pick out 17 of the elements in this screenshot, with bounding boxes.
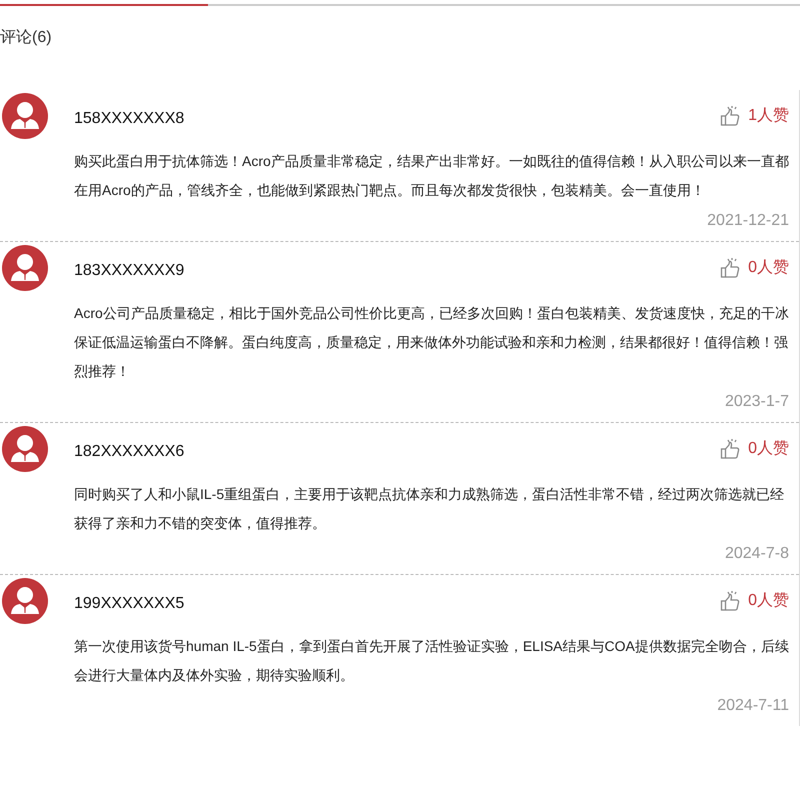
like-count[interactable]: 0人赞	[748, 256, 789, 280]
like-count[interactable]: 0人赞	[748, 589, 789, 613]
comment-text: 第一次使用该货号human IL-5蛋白，拿到蛋白首先开展了活性验证实验，ELISA结果与COA提供数据完全吻合，后续会进行大量体内及体外实验，期待实验顺利。	[74, 637, 790, 685]
comment-text: Acro公司产品质量稳定，相比于国外竞品公司性价比更高，已经多次回购！蛋白包装精美、发货速度快，充足的干冰保证低温运输蛋白不降解。蛋白纯度高，质量稳定，用来做体外功能试验和亲和力检测，结果都很好！值得信赖！强烈推荐！	[74, 304, 790, 381]
comment-date: 2023-1-7	[724, 392, 789, 412]
user-name: 183XXXXXXX9	[74, 261, 184, 281]
user-name: 182XXXXXXX6	[74, 442, 184, 462]
comment-date: 2021-12-21	[707, 211, 789, 231]
like-count[interactable]: 0人赞	[748, 437, 789, 461]
like-count[interactable]: 1人赞	[748, 104, 789, 128]
comment-text: 购买此蛋白用于抗体筛选！Acro产品质量非常稳定，结果产出非常好。一如既往的值得信赖！从入职公司以来一直都在用Acro的产品，管线齐全，也能做到紧跟热门靶点。而且每次都发货很快，包装精美。会一直使用！	[74, 152, 790, 200]
comment-date: 2024-7-11	[717, 696, 789, 716]
comment-text: 同时购买了人和小鼠IL-5重组蛋白，主要用于该靶点抗体亲和力成熟筛选，蛋白活性非常不错，经过两次筛选就已经获得了亲和力不错的突变体，值得推荐。	[74, 485, 786, 533]
comment-date: 2024-7-8	[724, 544, 789, 564]
user-name: 158XXXXXXX8	[74, 109, 184, 129]
section-title: 评论(6)	[0, 28, 53, 48]
user-name: 199XXXXXXX5	[74, 594, 184, 614]
